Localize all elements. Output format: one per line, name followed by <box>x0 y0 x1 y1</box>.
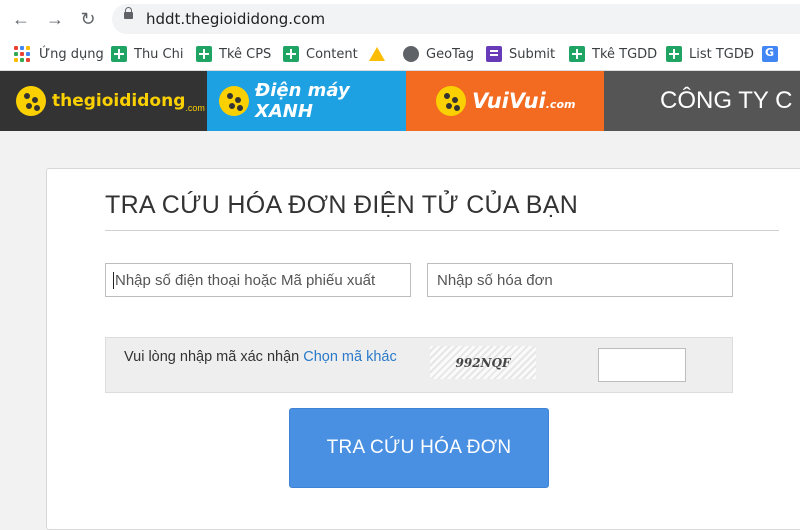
brand-suffix: .com <box>185 103 205 113</box>
brand-dienmayxanh-link[interactable]: Điện máy XANH <box>207 71 406 131</box>
google-sheets-icon <box>196 46 212 62</box>
invoice-lookup-card: TRA CỨU HÓA ĐƠN ĐIỆN TỬ CỦA BẠN Vui lòng… <box>46 168 800 530</box>
captcha-label-wrap: Vui lòng nhập mã xác nhận Chọn mã khác <box>124 349 397 365</box>
bookmark-apps[interactable]: Ứng dụng <box>14 45 104 63</box>
brand-banner: thegioididong .com Điện máy XANH VuiVui … <box>0 71 800 131</box>
google-drive-icon <box>369 47 385 61</box>
bookmark-translate[interactable] <box>762 45 785 63</box>
apps-grid-icon <box>14 46 30 62</box>
dienmayxanh-logo-icon <box>219 86 249 116</box>
bookmark-label: Tkê TGDD <box>592 46 658 62</box>
bookmark-content[interactable]: Content <box>283 45 358 63</box>
captcha-image: 992NQF <box>430 346 536 379</box>
browser-address-bar: ← → ↻ hddt.thegioididong.com <box>0 0 800 38</box>
bookmark-label: Ứng dụng <box>39 46 104 62</box>
captcha-row: Vui lòng nhập mã xác nhận Chọn mã khác 9… <box>105 337 733 393</box>
google-sheets-icon <box>111 46 127 62</box>
bookmark-drive[interactable] <box>369 45 392 63</box>
brand-name: thegioididong <box>52 91 186 111</box>
brand-name: Điện máy XANH <box>255 80 350 122</box>
bookmark-thu-chi[interactable]: Thu Chi <box>111 45 183 63</box>
captcha-input[interactable] <box>598 348 686 382</box>
bookmark-label: List TGDĐ <box>689 46 754 62</box>
globe-icon <box>403 46 419 62</box>
bookmark-geotag[interactable]: GeoTag <box>403 45 474 63</box>
bookmark-list-tgdd[interactable]: List TGDĐ <box>666 45 754 63</box>
google-forms-icon <box>486 46 502 62</box>
lookup-invoice-button[interactable]: TRA CỨU HÓA ĐƠN <box>289 408 549 488</box>
bookmark-label: Submit <box>509 46 556 62</box>
brand-name: CÔNG TY C <box>660 87 793 114</box>
vuivui-logo-icon <box>436 86 466 116</box>
bookmark-tke-tgdd[interactable]: Tkê TGDD <box>569 45 657 63</box>
google-sheets-icon <box>666 46 682 62</box>
url-box[interactable]: hddt.thegioididong.com <box>112 4 800 34</box>
page-title: TRA CỨU HÓA ĐƠN ĐIỆN TỬ CỦA BẠN <box>105 191 579 219</box>
title-divider <box>105 230 779 231</box>
bookmark-submit[interactable]: Submit <box>486 45 555 63</box>
captcha-code: 992NQF <box>455 355 511 370</box>
thegioididong-logo-icon <box>16 86 46 116</box>
phone-or-slip-input[interactable] <box>105 263 411 297</box>
bookmark-label: Content <box>306 46 358 62</box>
brand-suffix: .com <box>545 97 576 111</box>
google-sheets-icon <box>283 46 299 62</box>
bookmarks-bar: Ứng dụng Thu Chi Tkê CPS Content GeoTag … <box>0 38 800 71</box>
reload-icon[interactable]: ↻ <box>77 8 99 30</box>
bookmark-label: Thu Chi <box>134 46 184 62</box>
url-text[interactable]: hddt.thegioididong.com <box>146 10 325 28</box>
captcha-label: Vui lòng nhập mã xác nhận <box>124 349 300 365</box>
google-translate-icon <box>762 46 778 62</box>
brand-vuivui-link[interactable]: VuiVui .com <box>406 71 604 131</box>
forward-arrow-icon[interactable]: → <box>44 8 66 30</box>
brand-company-link[interactable]: CÔNG TY C <box>604 71 800 131</box>
brand-name: VuiVui <box>472 89 546 113</box>
lock-icon[interactable] <box>124 7 133 19</box>
bookmark-tke-cps[interactable]: Tkê CPS <box>196 45 271 63</box>
bookmark-label: Tkê CPS <box>219 46 272 62</box>
brand-thegioididong-link[interactable]: thegioididong .com <box>0 71 207 131</box>
back-arrow-icon[interactable]: ← <box>10 8 32 30</box>
google-sheets-icon <box>569 46 585 62</box>
bookmark-label: GeoTag <box>426 46 475 62</box>
invoice-number-input[interactable] <box>427 263 733 297</box>
change-captcha-link[interactable]: Chọn mã khác <box>303 349 397 365</box>
text-cursor <box>113 272 114 289</box>
